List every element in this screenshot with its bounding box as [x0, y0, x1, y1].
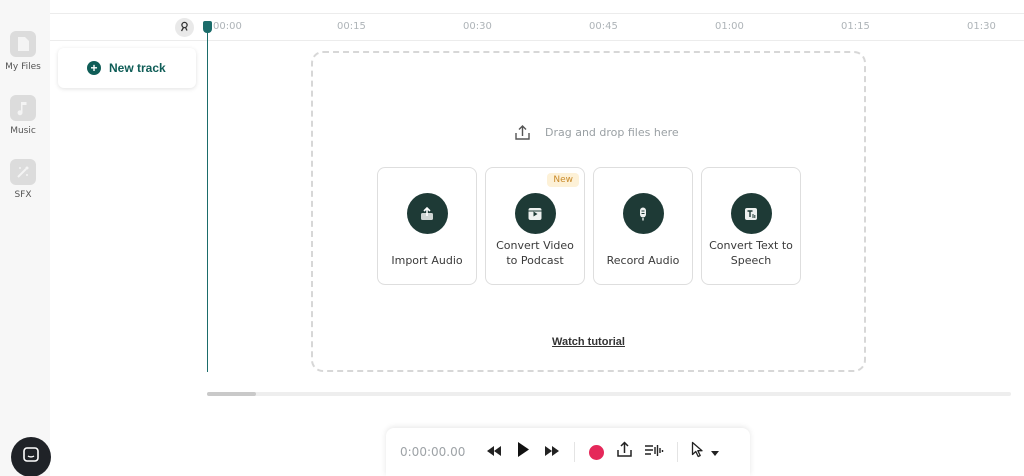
watch-tutorial-link[interactable]: Watch tutorial	[313, 336, 864, 348]
timeline-scrollbar[interactable]	[207, 392, 1011, 396]
video-icon	[514, 193, 556, 234]
chevron-down-icon	[711, 443, 719, 461]
transport-bar: 0:00:00.00	[386, 428, 750, 476]
sidebar-item-my-files[interactable]: My Files	[0, 31, 46, 72]
upload-icon	[615, 440, 634, 464]
microphone-icon	[622, 193, 664, 234]
text-to-speech-icon	[730, 193, 772, 234]
play-icon	[517, 442, 529, 462]
plus-icon: +	[87, 61, 101, 75]
drop-hint: Drag and drop files here	[513, 123, 679, 142]
record-button[interactable]	[583, 440, 609, 464]
drop-zone[interactable]: Drag and drop files here Import Audio Ne…	[311, 51, 866, 372]
card-label: Convert Video to Podcast	[496, 239, 574, 267]
left-sidebar: My Files Music SFX	[0, 0, 50, 476]
tick-label: 00:30	[463, 21, 492, 32]
chat-icon	[22, 446, 40, 469]
tick-label: 01:15	[841, 21, 870, 32]
new-track-button[interactable]: + New track	[58, 48, 196, 88]
chat-button[interactable]	[11, 437, 51, 476]
sidebar-item-label: SFX	[14, 190, 32, 200]
divider	[574, 442, 575, 462]
sidebar-item-label: My Files	[5, 62, 41, 72]
file-icon	[10, 31, 36, 57]
new-track-label: New track	[109, 61, 166, 75]
magic-wand-icon	[10, 159, 36, 185]
tick-label: 01:30	[967, 21, 996, 32]
tick-label: 00:45	[589, 21, 618, 32]
sidebar-item-sfx[interactable]: SFX	[0, 159, 46, 200]
tick-label: 00:15	[337, 21, 366, 32]
cursor-tool-dropdown[interactable]	[686, 440, 724, 464]
card-label: Convert Text to Speech	[709, 239, 793, 267]
rewind-button[interactable]	[480, 440, 508, 464]
text-to-speech-card[interactable]: Convert Text to Speech	[701, 167, 801, 285]
play-button[interactable]	[508, 440, 538, 464]
import-audio-card[interactable]: Import Audio	[377, 167, 477, 285]
rewind-icon	[487, 443, 501, 461]
music-note-icon	[10, 95, 36, 121]
magnet-icon	[179, 19, 190, 37]
text-waveform-button[interactable]	[639, 440, 669, 464]
card-label: Import Audio	[391, 254, 463, 267]
tick-label: 01:00	[715, 21, 744, 32]
action-cards: Import Audio New Convert Video to Podcas…	[377, 167, 801, 285]
convert-video-card[interactable]: New Convert Video to Podcast	[485, 167, 585, 285]
fast-forward-icon	[545, 443, 559, 461]
divider	[677, 442, 678, 462]
timeline-ruler[interactable]: 00:00 00:15 00:30 00:45 01:00 01:15 01:3…	[50, 13, 1024, 41]
playhead-line	[207, 26, 208, 372]
editor-root: My Files Music SFX 00:00 00:15 00:30 00:…	[0, 0, 1024, 476]
waveform-text-icon	[644, 442, 664, 463]
scrollbar-thumb[interactable]	[207, 392, 256, 396]
playhead-handle[interactable]	[203, 21, 212, 33]
upload-icon	[406, 193, 448, 234]
snap-toggle-button[interactable]	[175, 18, 194, 37]
upload-icon	[515, 125, 530, 140]
record-icon	[588, 444, 604, 460]
cursor-icon	[691, 441, 705, 463]
card-label: Record Audio	[606, 254, 680, 267]
drop-hint-text: Drag and drop files here	[545, 126, 679, 139]
time-display: 0:00:00.00	[400, 445, 466, 459]
export-button[interactable]	[609, 440, 639, 464]
sidebar-item-label: Music	[10, 126, 36, 136]
tick-label: 00:00	[213, 21, 242, 32]
fast-forward-button[interactable]	[538, 440, 566, 464]
record-audio-card[interactable]: Record Audio	[593, 167, 693, 285]
sidebar-item-music[interactable]: Music	[0, 95, 46, 136]
new-badge: New	[547, 173, 579, 187]
